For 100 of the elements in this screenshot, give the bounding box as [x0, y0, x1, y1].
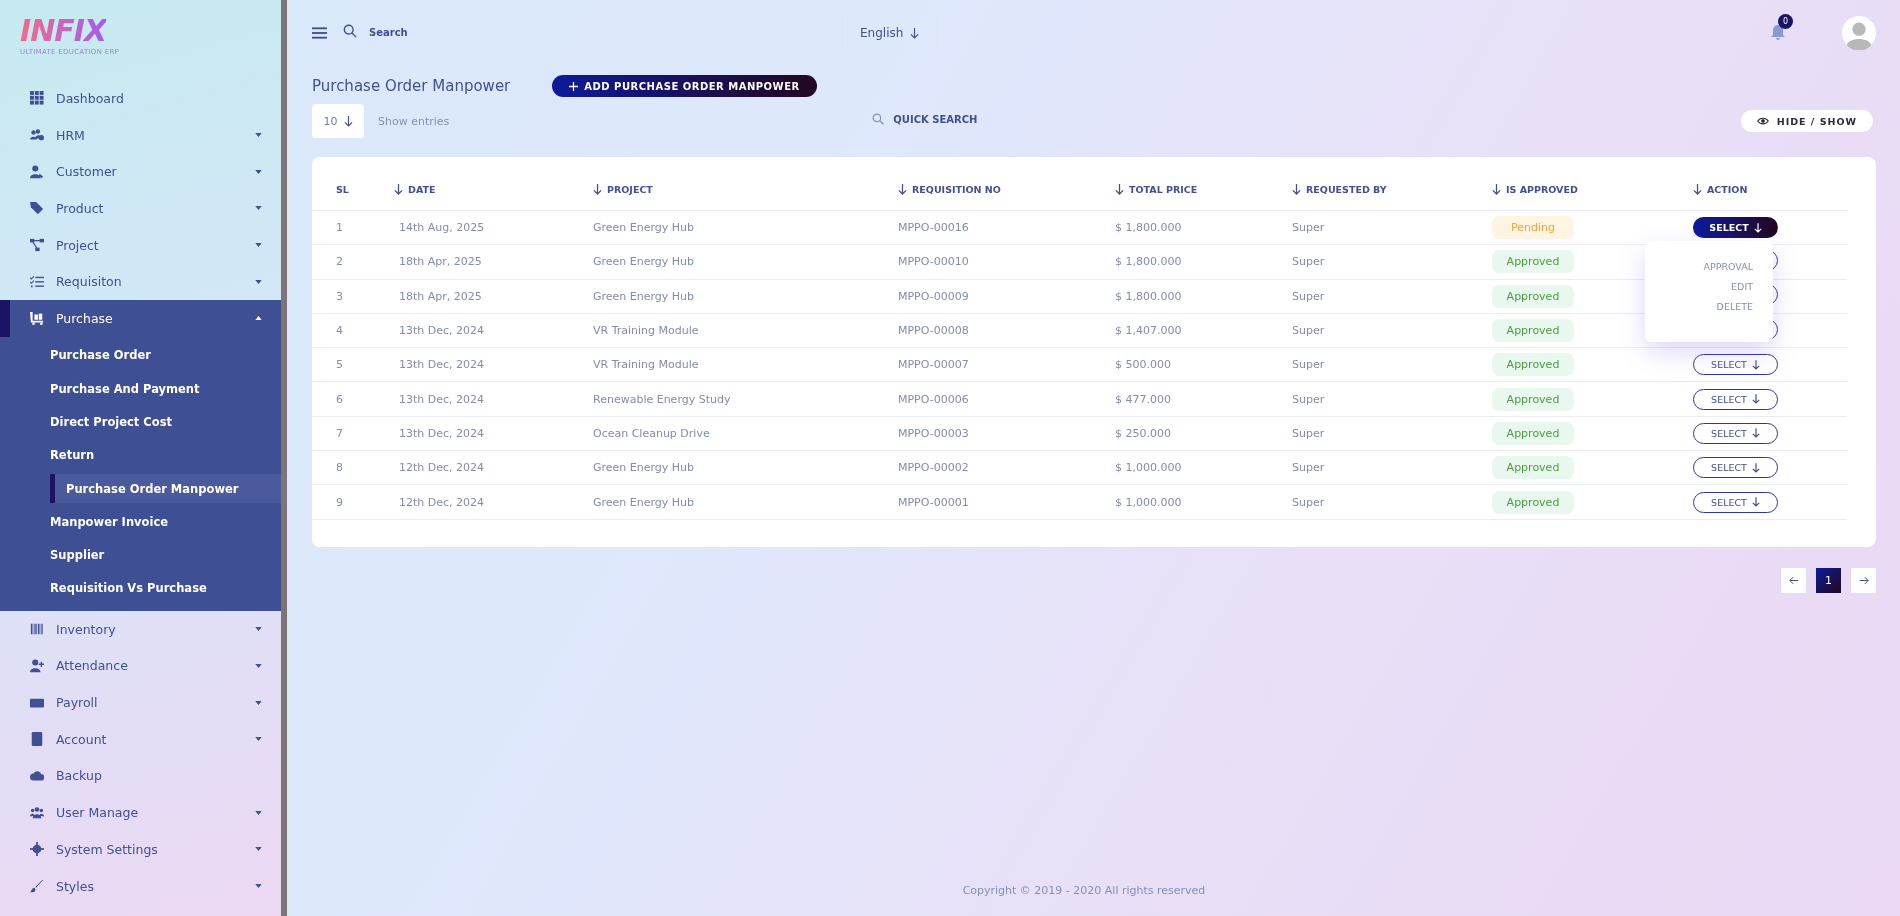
table-cell: Super — [1292, 495, 1325, 509]
table-cell: Super — [1292, 426, 1325, 440]
sidebar-item[interactable]: Product — [0, 190, 281, 227]
language-select[interactable]: English — [842, 17, 938, 49]
submenu-item[interactable]: Purchase Order — [0, 338, 281, 373]
arrow-down-icon — [1751, 462, 1760, 473]
arrow-down-icon — [1753, 222, 1762, 233]
table-cell: Super — [1292, 461, 1325, 475]
status-badge: Approved — [1492, 250, 1574, 274]
sidebar-item[interactable]: Requisiton — [0, 263, 281, 301]
sidebar-item[interactable]: System Settings — [0, 831, 281, 868]
entries-select[interactable]: 10 — [312, 104, 364, 138]
sort-arrow-icon — [1292, 184, 1301, 195]
select-button[interactable]: SELECT — [1693, 388, 1778, 410]
column-header[interactable]: DATE — [394, 184, 593, 195]
column-header[interactable]: SL — [336, 184, 394, 195]
column-header[interactable]: REQUISITION NO — [898, 184, 1115, 195]
brush-icon — [30, 879, 44, 894]
table-cell: 14th Aug, 2025 — [399, 221, 485, 235]
arrow-left-icon — [1788, 575, 1799, 585]
submenu-item[interactable]: Purchase And Payment — [0, 372, 281, 406]
select-button[interactable]: SELECT — [1693, 422, 1778, 444]
submenu-item[interactable]: Requisition Vs Purchase — [0, 571, 281, 605]
sidebar-item[interactable]: Inventory — [0, 610, 281, 648]
hide-show-button[interactable]: HIDE / SHOW — [1740, 110, 1873, 132]
table-cell: MPPO-00002 — [898, 461, 969, 475]
plus-icon — [569, 81, 579, 91]
table-cell: 5 — [336, 358, 343, 372]
table-cell: Super — [1292, 324, 1325, 338]
entries-label: Show entries — [378, 114, 450, 128]
status-badge: Approved — [1492, 319, 1574, 343]
table-cell: Ocean Cleanup Drive — [593, 426, 710, 440]
caret-icon — [255, 627, 262, 632]
submenu-item[interactable]: Return — [0, 438, 281, 472]
table-cell: MPPO-00009 — [898, 289, 969, 303]
table-cell: MPPO-00001 — [898, 495, 969, 509]
sidebar-item[interactable]: Customer — [0, 153, 281, 191]
select-button[interactable]: SELECT — [1693, 217, 1778, 239]
status-badge: Approved — [1492, 284, 1574, 308]
table-cell: MPPO-00010 — [898, 255, 969, 269]
sidebar-item[interactable]: Styles — [0, 867, 281, 905]
arrow-down-icon — [1751, 497, 1760, 507]
users-gear-icon — [30, 128, 44, 143]
sidebar-item[interactable]: Project — [0, 226, 281, 264]
sidebar-item[interactable]: Attendance — [0, 647, 281, 685]
quick-search-field[interactable]: QUICK SEARCH — [891, 112, 1006, 126]
status-badge: Pending — [1492, 216, 1574, 240]
caret-icon — [255, 847, 262, 852]
sort-arrow-icon — [1115, 184, 1124, 195]
grid-icon — [30, 91, 44, 106]
table-cell: Green Energy Hub — [593, 255, 695, 269]
sidebar-item[interactable]: HRM — [0, 116, 281, 154]
table-cell: 13th Dec, 2024 — [399, 358, 485, 372]
select-button[interactable]: SELECT — [1693, 491, 1778, 513]
menu-icon[interactable] — [312, 27, 327, 39]
caret-icon — [255, 206, 262, 211]
sort-arrow-icon — [898, 184, 907, 195]
sidebar-item[interactable]: User Manage — [0, 794, 281, 831]
table-cell: 9 — [336, 495, 343, 509]
status-badge: Approved — [1492, 421, 1574, 445]
submenu-item[interactable]: Direct Project Cost — [0, 405, 281, 439]
table-cell: 1 — [336, 221, 343, 235]
select-button[interactable]: SELECT — [1693, 354, 1778, 376]
user-plus-icon — [30, 658, 44, 673]
search-field[interactable]: Search — [367, 16, 481, 48]
table-cell: Super — [1292, 255, 1325, 269]
avatar-icon[interactable] — [1842, 16, 1876, 50]
column-header[interactable]: REQUESTED BY — [1292, 184, 1492, 195]
sidebar-item[interactable]: Backup — [0, 757, 281, 795]
select-button[interactable]: SELECT — [1693, 457, 1778, 479]
table-cell: Green Energy Hub — [593, 495, 695, 509]
sidebar-group[interactable]: Purchase — [0, 300, 281, 337]
previous-page-button[interactable] — [1781, 567, 1806, 593]
table-cell: $ 1,000.000 — [1115, 495, 1182, 509]
column-header[interactable]: ACTION — [1693, 184, 1847, 195]
table-cell: Super — [1292, 358, 1325, 372]
nodes-icon — [30, 238, 44, 253]
column-header[interactable]: TOTAL PRICE — [1115, 184, 1292, 195]
submenu-item[interactable]: Manpower Invoice — [0, 505, 281, 539]
sort-arrow-icon — [593, 184, 602, 195]
table-cell: Super — [1292, 221, 1325, 235]
column-header[interactable]: PROJECT — [593, 184, 898, 195]
add-button[interactable]: ADD PURCHASE ORDER MANPOWER — [552, 75, 817, 97]
sidebar-item[interactable]: Payroll — [0, 684, 281, 721]
bell-icon[interactable] — [1770, 24, 1786, 40]
page-button[interactable]: 1 — [1816, 567, 1841, 593]
sidebar-item[interactable]: Dashboard — [0, 80, 281, 117]
submenu-item[interactable]: Purchase Order Manpower — [50, 474, 281, 503]
table-cell: $ 1,000.000 — [1115, 461, 1182, 475]
table-cell: 7 — [336, 426, 343, 440]
cloud-icon — [30, 769, 44, 783]
column-header[interactable]: IS APPROVED — [1492, 184, 1693, 195]
table-cell: 13th Dec, 2024 — [399, 426, 485, 440]
cart-icon — [30, 311, 44, 326]
table-cell: 2 — [336, 255, 343, 269]
sidebar-item[interactable]: Account — [0, 720, 281, 758]
caret-icon — [255, 737, 262, 742]
next-page-button[interactable] — [1851, 567, 1876, 593]
checklist-icon — [30, 274, 44, 289]
submenu-item[interactable]: Supplier — [0, 538, 281, 572]
